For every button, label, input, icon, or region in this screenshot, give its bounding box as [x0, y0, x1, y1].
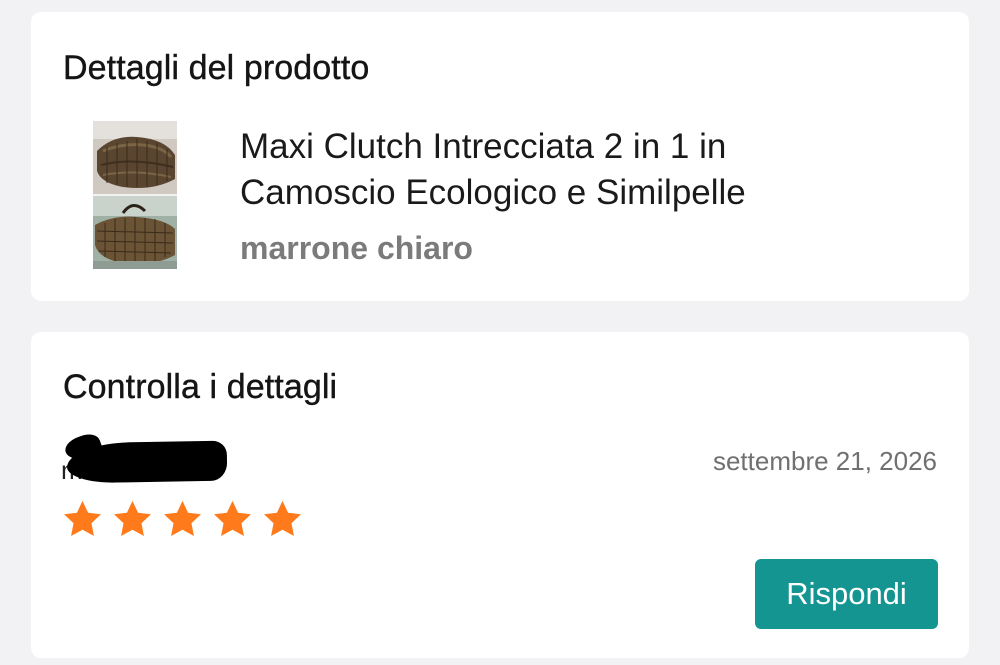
reply-button[interactable]: Rispondi [755, 559, 938, 629]
product-name[interactable]: Maxi Clutch Intrecciata 2 in 1 in Camosc… [240, 124, 880, 216]
star-icon [64, 500, 101, 536]
star-icon [264, 500, 301, 536]
star-icon [114, 500, 151, 536]
star-rating [61, 498, 304, 541]
star-icon [214, 500, 251, 536]
review-details-card: Controlla i dettagli m 4 settembre 21, 2… [31, 332, 969, 658]
reviewer: m 4 [61, 430, 231, 485]
review-date: settembre 21, 2026 [712, 446, 937, 476]
product-details-card: Dettagli del prodotto Maxi Clutch Intrec… [31, 12, 969, 301]
review-details-title: Controlla i dettagli [63, 368, 338, 406]
star-icon [164, 500, 201, 536]
product-variant: marrone chiaro [240, 230, 473, 266]
product-thumbnail[interactable] [93, 121, 177, 269]
product-details-title: Dettagli del prodotto [63, 49, 370, 87]
